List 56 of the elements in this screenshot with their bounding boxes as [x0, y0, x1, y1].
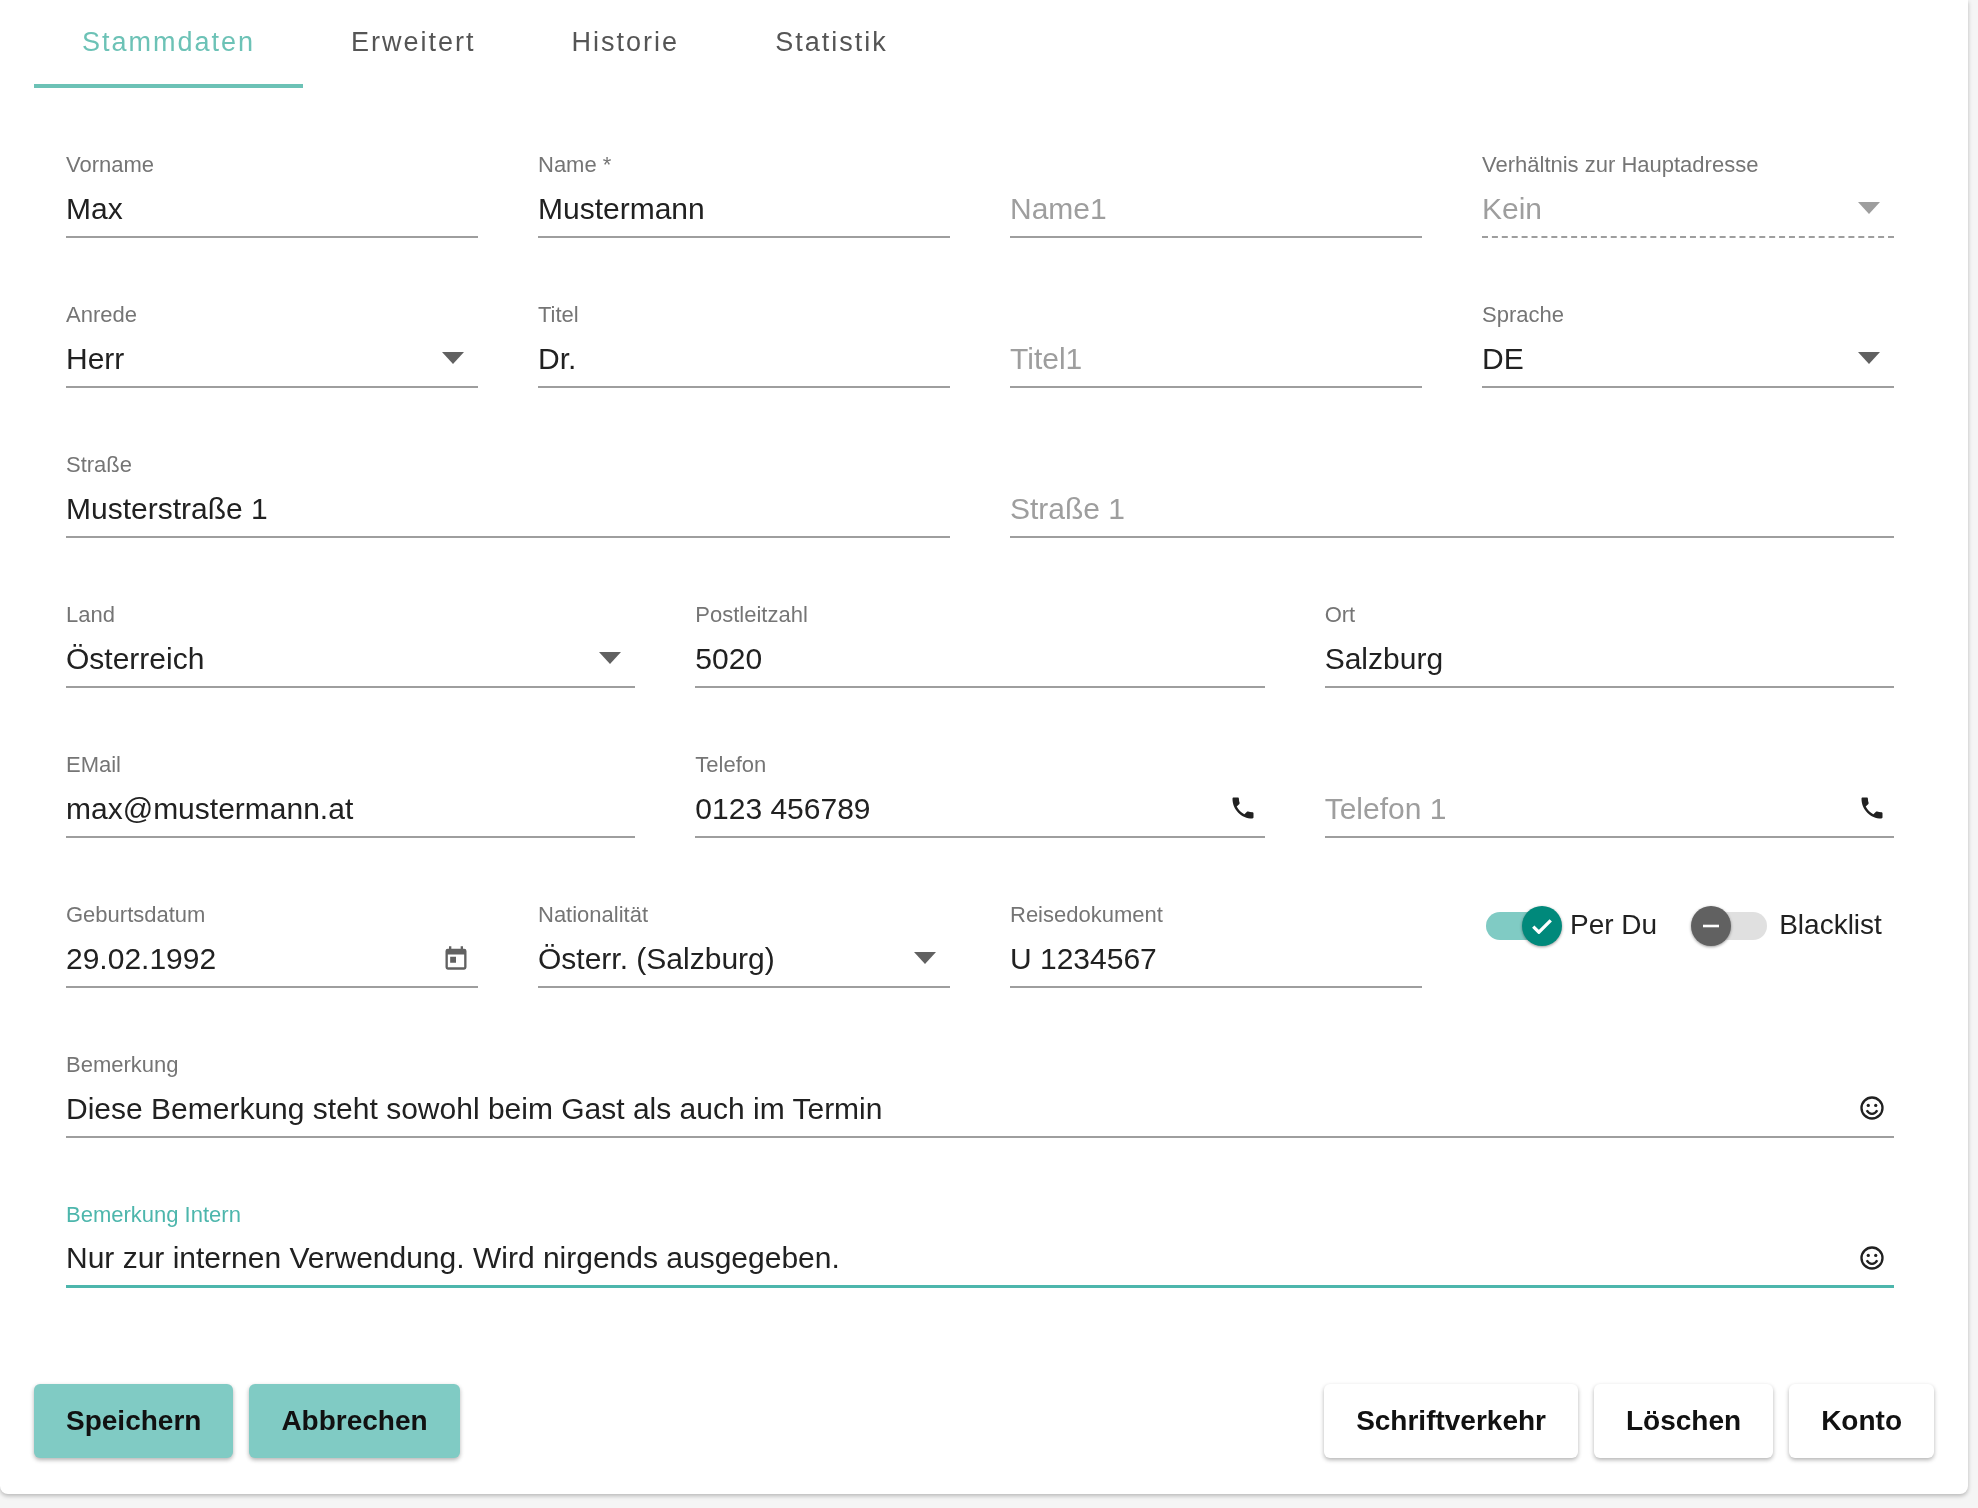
field-label: Land — [66, 601, 116, 629]
input-field[interactable]: 29.02.1992 — [66, 935, 442, 981]
field-label: Vorname — [66, 151, 156, 179]
action-button[interactable]: Konto — [1789, 1384, 1934, 1458]
field-label: Verhältnis zur Hauptadresse — [1482, 151, 1760, 179]
check-icon — [1532, 918, 1552, 934]
field-label: Bemerkung Intern — [66, 1201, 242, 1229]
input-field[interactable]: Nur zur internen Verwendung. Wird nirgends ausgegeben. — [66, 1235, 1858, 1280]
field-label: Geburtsdatum — [66, 901, 207, 929]
field-label: Reisedokument — [1010, 901, 1164, 929]
caret-icon — [914, 952, 936, 964]
input-field[interactable]: Diese Bemerkung steht sowohl beim Gast als auch im Termin — [66, 1085, 1858, 1131]
tab[interactable]: Historie — [523, 0, 728, 88]
field-label: Nationalität — [538, 901, 650, 929]
dropdown[interactable]: DE — [1482, 330, 1894, 388]
minus-icon — [1702, 924, 1721, 928]
caret-icon — [599, 652, 622, 664]
dropdown[interactable]: Österreich — [66, 630, 636, 688]
field-label: Telefon — [695, 751, 768, 779]
input-field[interactable]: Mustermann — [538, 185, 950, 231]
input-field[interactable]: Telefon 1 — [1324, 785, 1858, 831]
action-button[interactable]: Abbrechen — [249, 1384, 460, 1458]
field-label: Sprache — [1482, 301, 1565, 329]
dropdown[interactable]: Österr. (Salzburg) — [538, 930, 950, 988]
smiley-icon — [1858, 1243, 1886, 1272]
field-label: Name * — [538, 151, 613, 179]
input-field[interactable]: Titel1 — [1010, 335, 1422, 381]
input-field[interactable]: Straße 1 — [1010, 485, 1894, 531]
field-label: Postleitzahl — [695, 601, 809, 629]
action-button[interactable]: Schriftverkehr — [1324, 1384, 1578, 1458]
field-label: Ort — [1324, 601, 1357, 629]
input-field[interactable]: Max — [66, 185, 478, 231]
toggle-label: Blacklist — [1779, 908, 1882, 942]
tab[interactable]: Erweitert — [303, 0, 524, 88]
field-label: Titel — [538, 301, 580, 329]
field-label: Bemerkung — [66, 1051, 180, 1079]
tab[interactable]: Statistik — [727, 0, 936, 88]
caret-icon — [442, 352, 464, 364]
input-field[interactable]: 5020 — [695, 635, 1265, 681]
action-button[interactable]: Speichern — [34, 1384, 234, 1458]
field-label: Straße — [66, 451, 134, 479]
input-field[interactable]: Salzburg — [1324, 635, 1894, 681]
action-button[interactable]: Löschen — [1594, 1384, 1774, 1458]
input-field[interactable]: Dr. — [538, 335, 950, 381]
field-label: EMail — [66, 751, 122, 779]
smiley-icon — [1858, 1094, 1886, 1122]
input-field[interactable]: Musterstraße 1 — [66, 485, 950, 531]
input-field[interactable]: Name1 — [1010, 185, 1422, 231]
caret-icon — [1858, 202, 1880, 214]
caret-icon — [1858, 352, 1880, 364]
input-field[interactable]: max@mustermann.at — [66, 785, 636, 831]
dropdown[interactable]: Herr — [66, 330, 478, 388]
input-field[interactable]: U 1234567 — [1010, 935, 1422, 981]
input-field[interactable]: 0123 456789 — [695, 785, 1229, 831]
toggle-label: Per Du — [1570, 908, 1658, 942]
field-label: Anrede — [66, 301, 138, 329]
